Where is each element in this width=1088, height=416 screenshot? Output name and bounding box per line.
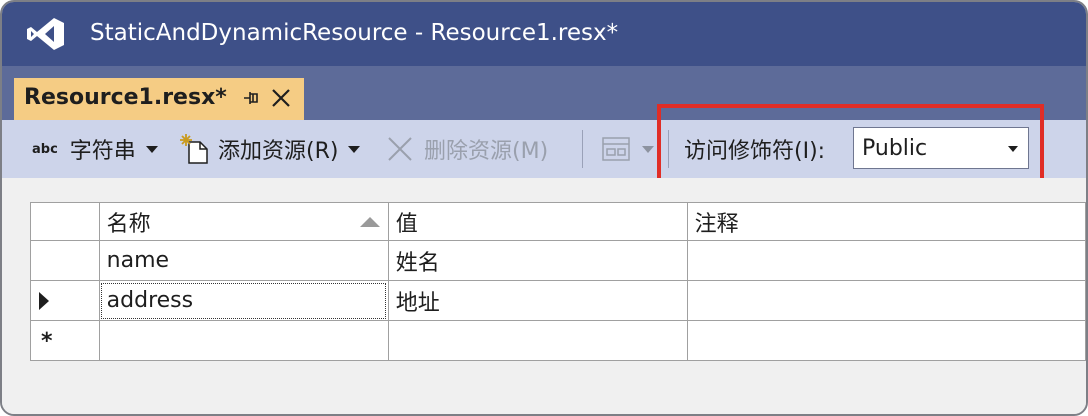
column-header-name-label: 名称 [106,211,151,237]
editor-window: StaticAndDynamicResource - Resource1.res… [0,0,1088,416]
strings-label: 字符串 [69,139,136,164]
row-header-corner[interactable] [30,202,100,241]
access-modifier-label: 访问修饰符(I): [684,139,826,164]
cell-value[interactable]: 地址 [387,280,688,321]
toolbar-separator [582,130,583,168]
sort-ascending-icon [359,217,380,227]
cell-comment[interactable] [686,240,1086,281]
chevron-down-icon [642,145,654,153]
column-header-name[interactable]: 名称 [98,202,389,241]
add-resource-icon [180,134,208,164]
cell-value[interactable]: 姓名 [387,240,688,281]
access-modifier-label-wrap: 访问修饰符(I): [684,120,825,178]
resource-grid-area: 名称 值 注释 name 姓名 address 地址 * [2,178,1086,414]
remove-resource-button[interactable]: 删除资源(M) [386,120,548,178]
column-header-comment-label: 注释 [694,211,739,237]
table-row[interactable]: address 地址 [30,280,1086,321]
cell-name[interactable]: name [98,240,389,281]
access-modifier-value: Public [862,136,928,161]
title-bar: StaticAndDynamicResource - Resource1.res… [2,2,1086,66]
column-header-value[interactable]: 值 [387,202,688,241]
pin-icon[interactable] [240,86,262,110]
row-header[interactable] [30,240,100,281]
table-row[interactable]: name 姓名 [30,240,1086,281]
chevron-down-icon [1008,146,1018,152]
row-header-current[interactable] [30,280,100,321]
visual-studio-logo-icon [27,18,64,50]
access-modifier-select[interactable]: Public [853,127,1029,169]
document-tab[interactable]: Resource1.resx* [14,78,304,120]
grid-header-row: 名称 值 注释 [30,202,1086,241]
document-tab-label: Resource1.resx* [24,85,227,110]
column-header-value-label: 值 [395,211,418,237]
row-header-new[interactable]: * [30,320,100,361]
close-icon[interactable] [270,87,292,109]
delete-x-icon [388,137,412,161]
document-tab-strip: Resource1.resx* [2,66,1086,120]
toolbar-separator [668,130,669,168]
new-row-asterisk-icon: * [41,329,53,354]
cell-name[interactable]: address [98,280,389,321]
abc-icon: abc [32,141,58,157]
cell-name[interactable] [98,320,389,361]
current-row-arrow-icon [39,292,49,310]
view-icon [602,137,630,161]
window-title: StaticAndDynamicResource - Resource1.res… [90,20,619,46]
cell-value[interactable] [387,320,688,361]
resource-grid: 名称 值 注释 name 姓名 address 地址 * [30,202,1086,361]
column-header-comment[interactable]: 注释 [686,202,1086,241]
strings-dropdown-button[interactable]: abc 字符串 [32,120,158,178]
view-dropdown-button[interactable] [600,120,654,178]
chevron-down-icon [145,145,158,153]
chevron-down-icon [348,145,361,153]
cell-comment[interactable] [686,320,1086,361]
cell-comment[interactable] [686,280,1086,321]
remove-resource-label: 删除资源(M) [424,139,549,164]
add-resource-label: 添加资源(R) [218,139,339,164]
add-resource-button[interactable]: 添加资源(R) [180,120,361,178]
new-row[interactable]: * [30,320,1086,361]
